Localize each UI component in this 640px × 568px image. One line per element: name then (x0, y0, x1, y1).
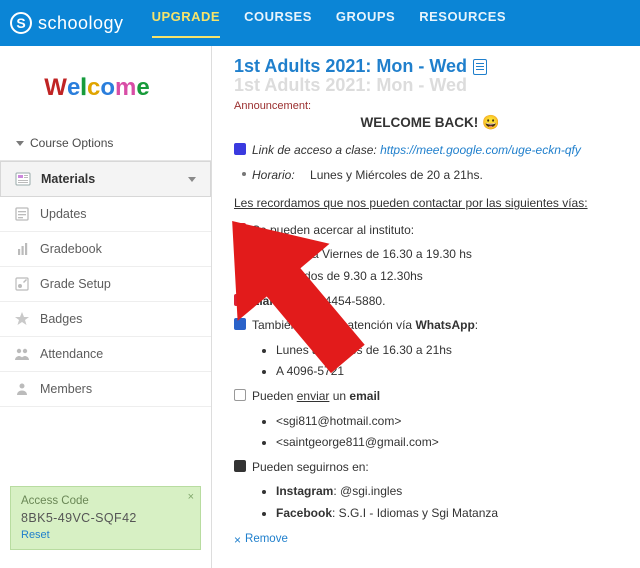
top-nav-bar: S schoology UPGRADE COURSES GROUPS RESOU… (0, 0, 640, 46)
sidebar-item-label: Badges (40, 312, 82, 326)
nav-courses[interactable]: COURSES (244, 9, 312, 38)
email-icon (234, 389, 246, 401)
bullet-icon (242, 172, 246, 176)
page-title-text: 1st Adults 2021: Mon - Wed (234, 56, 467, 77)
phone-icon (234, 143, 246, 155)
gradebook-icon (14, 241, 30, 257)
badges-icon (14, 311, 30, 327)
nav-resources[interactable]: RESOURCES (419, 9, 506, 38)
sidebar-item-updates[interactable]: Updates (0, 197, 211, 232)
course-banner-image: Welcome (0, 52, 211, 130)
access-code-title: Access Code (21, 495, 190, 507)
document-icon (473, 59, 487, 75)
phone-call-icon (234, 294, 246, 306)
sidebar-item-label: Attendance (40, 347, 103, 361)
remove-link[interactable]: × Remove (234, 531, 626, 550)
course-options-label: Course Options (30, 136, 113, 150)
list-item: Lunes a Viernes de 16.30 a 19.30 hs (276, 245, 626, 264)
brand-logo[interactable]: S schoology (10, 12, 124, 34)
content-area: 1st Adults 2021: Mon - Wed 1st Adults 20… (212, 46, 640, 568)
list-item: Instagram: @sgi.ingles (276, 482, 626, 501)
brand-text: schoology (38, 13, 124, 34)
schoology-logo-icon: S (10, 12, 32, 34)
page-title-shadow: 1st Adults 2021: Mon - Wed (234, 75, 626, 96)
sidebar-item-label: Updates (40, 207, 87, 221)
members-icon (14, 381, 30, 397)
welcome-back-heading: WELCOME BACK! 😀 (234, 114, 626, 131)
sidebar-item-gradebook[interactable]: Gradebook (0, 232, 211, 267)
sidebar-item-materials[interactable]: Materials (0, 161, 211, 197)
access-code-reset[interactable]: Reset (21, 529, 190, 541)
chevron-down-icon (188, 177, 196, 182)
list-item: <sgi811@hotmail.com> (276, 412, 626, 431)
pin-icon (234, 223, 246, 235)
attendance-icon (14, 346, 30, 362)
list-item: A 4096-5721 (276, 362, 626, 381)
course-nav-list: Materials Updates Gradebook Grade Setu (0, 160, 211, 407)
course-options-dropdown[interactable]: Course Options (0, 130, 211, 160)
chevron-down-icon (16, 141, 24, 146)
x-icon: × (234, 531, 241, 550)
sidebar-item-grade-setup[interactable]: Grade Setup (0, 267, 211, 302)
course-sidebar: Welcome Course Options Materials Updates (0, 46, 212, 568)
list-item: Lunes a Viernes de 16.30 a 21hs (276, 341, 626, 360)
primary-nav: UPGRADE COURSES GROUPS RESOURCES (152, 9, 507, 38)
list-item: <saintgeorge811@gmail.com> (276, 433, 626, 452)
grade-setup-icon (14, 276, 30, 292)
reminder-line: Les recordamos que nos pueden contactar … (234, 194, 626, 213)
close-icon[interactable]: × (188, 491, 194, 503)
sidebar-item-members[interactable]: Members (0, 372, 211, 407)
sidebar-item-label: Gradebook (40, 242, 102, 256)
meet-link[interactable]: https://meet.google.com/uge-eckn-qfy (380, 143, 581, 157)
materials-icon (15, 171, 31, 187)
sidebar-item-label: Grade Setup (40, 277, 111, 291)
announcement-label: Announcement: (234, 100, 626, 112)
nav-groups[interactable]: GROUPS (336, 9, 395, 38)
sidebar-item-label: Members (40, 382, 92, 396)
whatsapp-icon (234, 318, 246, 330)
sidebar-item-label: Materials (41, 172, 95, 186)
list-item: Sábados de 9.30 a 12.30hs (276, 267, 626, 286)
updates-icon (14, 206, 30, 222)
page-title[interactable]: 1st Adults 2021: Mon - Wed (234, 56, 626, 77)
sidebar-item-badges[interactable]: Badges (0, 302, 211, 337)
list-item: Facebook: S.G.I - Idiomas y Sgi Matanza (276, 504, 626, 523)
sidebar-item-attendance[interactable]: Attendance (0, 337, 211, 372)
screen-icon (234, 460, 246, 472)
nav-upgrade[interactable]: UPGRADE (152, 9, 221, 38)
announcement-body: Link de acceso a clase: https://meet.goo… (234, 141, 626, 549)
smile-emoji-icon: 😀 (482, 114, 499, 130)
access-code-value: 8BK5-49VC-SQF42 (21, 511, 190, 525)
access-code-box: × Access Code 8BK5-49VC-SQF42 Reset (10, 486, 201, 550)
